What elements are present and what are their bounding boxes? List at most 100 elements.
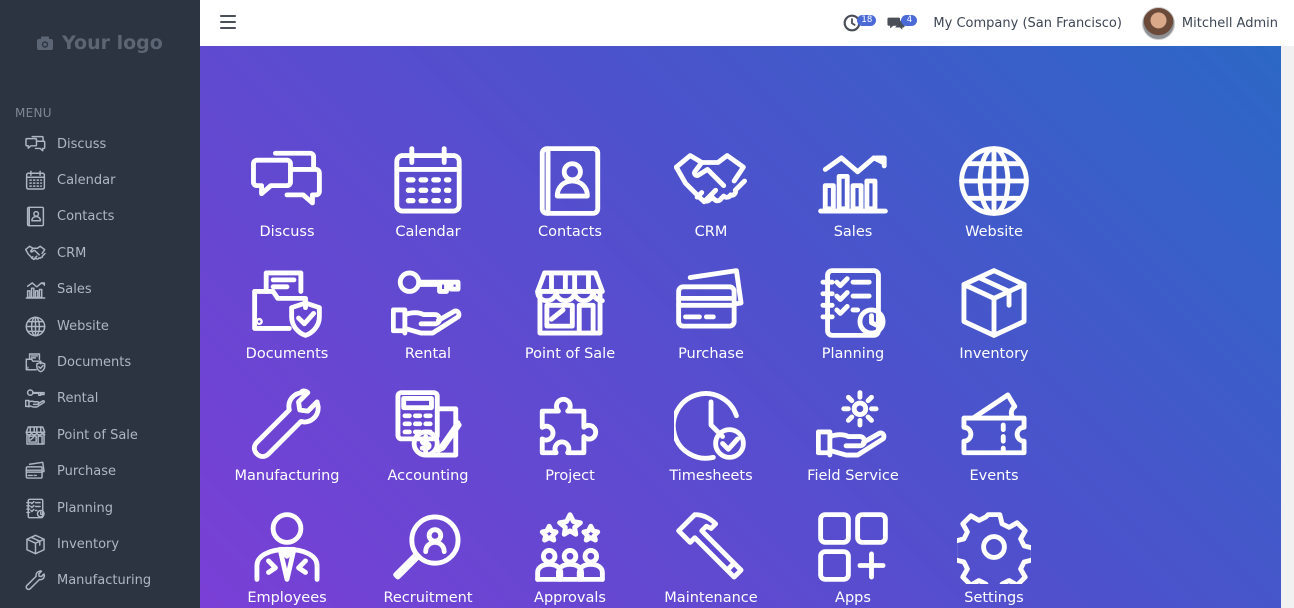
app-label: Manufacturing bbox=[234, 468, 340, 484]
document-folder-icon bbox=[252, 270, 322, 338]
sidebar-item-documents[interactable]: Documents bbox=[0, 344, 200, 380]
sidebar-item-sales[interactable]: Sales bbox=[0, 272, 200, 308]
activity-button[interactable]: 18 bbox=[843, 12, 877, 34]
sidebar-item-label: Inventory bbox=[57, 536, 120, 552]
app-discuss[interactable]: Discuss bbox=[222, 144, 352, 254]
sidebar-item-website[interactable]: Website bbox=[0, 308, 200, 344]
logo[interactable]: Your logo bbox=[36, 32, 163, 54]
chat-icon bbox=[251, 150, 322, 206]
sidebar-item-rental[interactable]: Rental bbox=[0, 381, 200, 417]
apps-grid-icon bbox=[818, 512, 888, 582]
wrench-icon bbox=[24, 570, 46, 592]
checklist-icon bbox=[820, 268, 886, 338]
sidebar-item-label: Manufacturing bbox=[57, 573, 152, 589]
sidebar-item-discuss[interactable]: Discuss bbox=[0, 126, 200, 162]
app-calendar[interactable]: Calendar bbox=[363, 144, 493, 254]
app-documents[interactable]: Documents bbox=[222, 266, 352, 376]
globe-icon bbox=[959, 146, 1029, 216]
app-point-of-sale[interactable]: Point of Sale bbox=[505, 266, 635, 376]
messages-button[interactable]: 4 bbox=[887, 12, 918, 34]
app-inventory[interactable]: Inventory bbox=[929, 266, 1059, 376]
employee-icon bbox=[254, 512, 320, 582]
calendar-icon bbox=[394, 146, 462, 214]
app-label: Planning bbox=[821, 346, 885, 362]
app-timesheets[interactable]: Timesheets bbox=[646, 388, 776, 498]
company-switcher[interactable]: My Company (San Francisco) bbox=[933, 16, 1121, 31]
app-sales[interactable]: Sales bbox=[788, 144, 918, 254]
app-contacts[interactable]: Contacts bbox=[505, 144, 635, 254]
app-maintenance[interactable]: Maintenance bbox=[646, 510, 776, 608]
settings-gear-icon bbox=[957, 512, 1031, 584]
app-events[interactable]: Events bbox=[929, 388, 1059, 498]
app-rental[interactable]: Rental bbox=[363, 266, 493, 376]
contact-card-icon bbox=[24, 206, 46, 228]
magnifier-person-icon bbox=[393, 514, 461, 580]
puzzle-icon bbox=[539, 396, 599, 456]
app-recruitment[interactable]: Recruitment bbox=[363, 510, 493, 608]
app-accounting[interactable]: Accounting bbox=[363, 388, 493, 498]
avatar bbox=[1141, 6, 1175, 40]
hamburger-menu-icon[interactable] bbox=[220, 15, 236, 29]
messages-count-badge: 4 bbox=[901, 15, 918, 26]
app-apps[interactable]: Apps bbox=[788, 510, 918, 608]
sidebar-item-label: Planning bbox=[57, 500, 113, 516]
camera-icon bbox=[37, 36, 53, 50]
app-employees[interactable]: Employees bbox=[222, 510, 352, 608]
app-label: Discuss bbox=[259, 224, 315, 240]
app-crm[interactable]: CRM bbox=[646, 144, 776, 254]
app-settings[interactable]: Settings bbox=[929, 510, 1059, 608]
app-planning[interactable]: Planning bbox=[788, 266, 918, 376]
key-hand-icon bbox=[24, 388, 46, 410]
sidebar-item-manufacturing[interactable]: Manufacturing bbox=[0, 563, 200, 599]
activity-count-badge: 18 bbox=[857, 15, 877, 26]
sidebar-item-label: Discuss bbox=[57, 136, 107, 152]
home-menu: Discuss Calendar Contacts CRM Sales Website Do… bbox=[200, 46, 1281, 608]
app-label: Project bbox=[545, 468, 595, 484]
app-label: Approvals bbox=[534, 590, 606, 606]
sidebar-item-planning[interactable]: Planning bbox=[0, 490, 200, 526]
sidebar-item-label: Website bbox=[57, 318, 109, 334]
credit-card-icon bbox=[24, 461, 46, 483]
sidebar-item-label: Purchase bbox=[57, 464, 117, 480]
app-approvals[interactable]: Approvals bbox=[505, 510, 635, 608]
sidebar-item-purchase[interactable]: Purchase bbox=[0, 454, 200, 490]
app-label: Employees bbox=[247, 590, 327, 606]
sidebar-item-crm[interactable]: CRM bbox=[0, 235, 200, 271]
app-label: Timesheets bbox=[669, 468, 753, 484]
sidebar-item-point-of-sale[interactable]: Point of Sale bbox=[0, 417, 200, 453]
app-label: Maintenance bbox=[664, 590, 758, 606]
logo-text: Your logo bbox=[62, 32, 163, 54]
app-manufacturing[interactable]: Manufacturing bbox=[222, 388, 352, 498]
sidebar-item-label: Contacts bbox=[57, 209, 115, 225]
box-icon bbox=[24, 533, 46, 555]
user-name: Mitchell Admin bbox=[1181, 15, 1278, 31]
calculator-icon bbox=[395, 390, 462, 458]
app-label: Field Service bbox=[807, 468, 899, 484]
hammer-icon bbox=[676, 512, 744, 580]
app-label: Settings bbox=[964, 590, 1024, 606]
group-stars-icon bbox=[535, 512, 605, 582]
handshake-icon bbox=[674, 153, 747, 205]
sidebar-item-contacts[interactable]: Contacts bbox=[0, 199, 200, 235]
gear-hand-icon bbox=[816, 390, 887, 458]
sidebar-item-label: Calendar bbox=[57, 173, 116, 189]
user-menu[interactable]: Mitchell Admin bbox=[1141, 6, 1278, 40]
box-icon bbox=[961, 268, 1027, 338]
sidebar-item-calendar[interactable]: Calendar bbox=[0, 162, 200, 198]
app-purchase[interactable]: Purchase bbox=[646, 266, 776, 376]
credit-card-icon bbox=[676, 268, 744, 329]
app-project[interactable]: Project bbox=[505, 388, 635, 498]
globe-icon bbox=[24, 315, 46, 337]
scrollbar[interactable] bbox=[1281, 46, 1294, 608]
contact-card-icon bbox=[539, 146, 601, 216]
topbar: 18 4 My Company (San Francisco) Mitchell… bbox=[200, 0, 1294, 46]
app-label: Apps bbox=[835, 590, 871, 606]
app-website[interactable]: Website bbox=[929, 144, 1059, 254]
app-field-service[interactable]: Field Service bbox=[788, 388, 918, 498]
app-label: Events bbox=[969, 468, 1019, 484]
app-label: Accounting bbox=[387, 468, 469, 484]
app-label: Calendar bbox=[395, 224, 461, 240]
sidebar-item-inventory[interactable]: Inventory bbox=[0, 526, 200, 562]
bar-chart-icon bbox=[818, 155, 888, 214]
checklist-icon bbox=[24, 497, 46, 519]
